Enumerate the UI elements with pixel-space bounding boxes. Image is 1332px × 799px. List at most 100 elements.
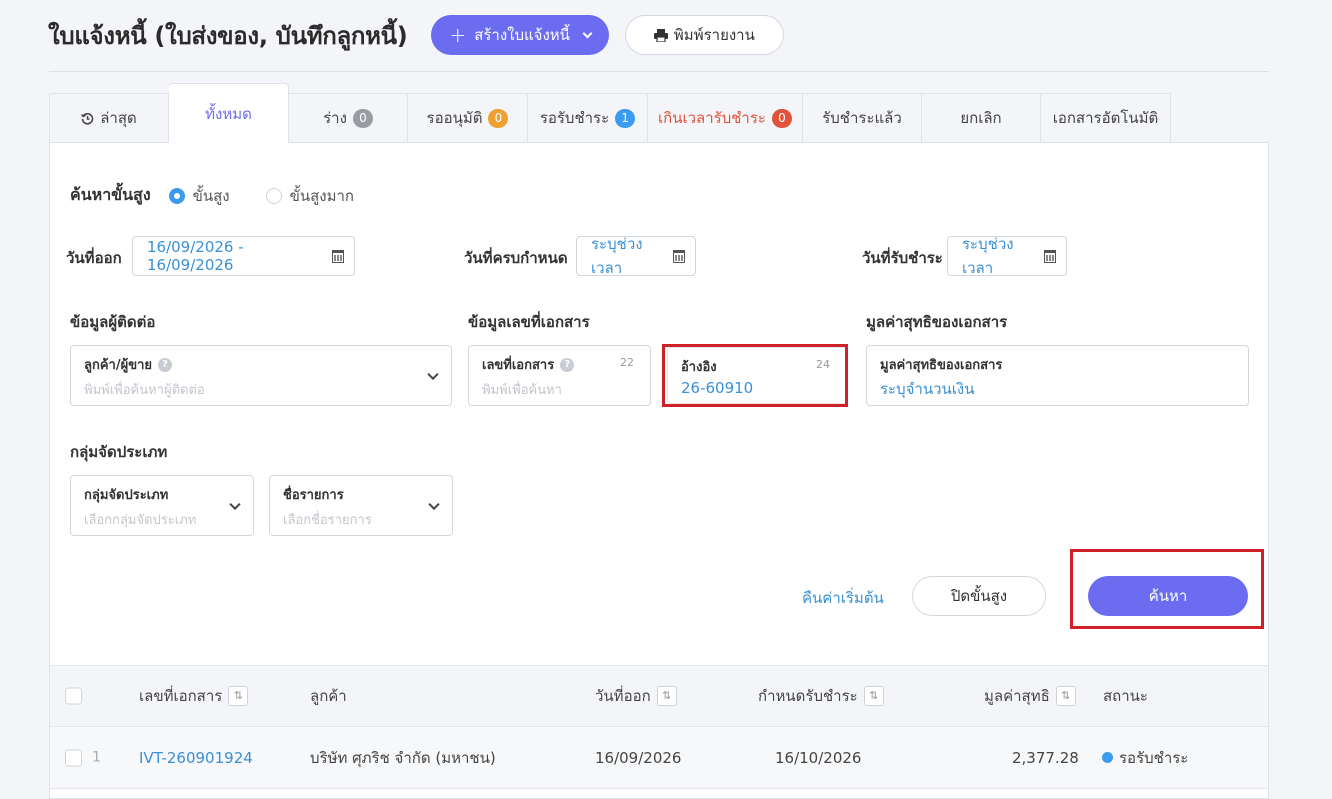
table-header: เลขที่เอกสาร ⇅ ลูกค้า วันที่ออก ⇅ กำหนดร…: [50, 665, 1268, 727]
chevron-down-icon: [582, 28, 593, 38]
tab-label: ร่าง: [323, 109, 347, 127]
printer-icon: [653, 28, 668, 42]
column-label: ลูกค้า: [310, 687, 347, 705]
count-badge: 0: [488, 108, 509, 128]
help-icon[interactable]: ?: [158, 357, 173, 372]
tab-cancelled[interactable]: ยกเลิก: [922, 93, 1041, 143]
doc-number-link[interactable]: IVT-260901924: [139, 749, 253, 767]
item-name-select[interactable]: ชื่อรายการ เลือกชื่อรายการ: [269, 475, 453, 536]
due-date-value: ระบุช่วงเวลา: [591, 235, 643, 277]
field-placeholder: พิมพ์เพื่อค้นหาผู้ติดต่อ: [84, 383, 205, 398]
highlight-box-reference: [662, 344, 848, 407]
status-badge: รอรับชำระ: [1102, 746, 1188, 770]
row-index: 1: [92, 749, 101, 766]
doc-number-field[interactable]: เลขที่เอกสาร ? พิมพ์เพื่อค้นหา 22: [468, 345, 651, 406]
field-label: ลูกค้า/ผู้ขาย ?: [84, 354, 438, 375]
field-label: มูลค่าสุทธิของเอกสาร: [880, 358, 1003, 373]
tab-label: รับชำระแล้ว: [822, 109, 902, 127]
column-status: สถานะ: [1103, 684, 1148, 708]
radio-very-advanced[interactable]: ขั้นสูงมาก: [265, 184, 354, 208]
table-row[interactable]: 1 IVT-260901924 บริษัท ศุภริช จำกัด (มหา…: [50, 727, 1268, 789]
column-issue-date[interactable]: วันที่ออก ⇅: [595, 684, 677, 708]
due-date-range-picker[interactable]: ระบุช่วงเวลา: [576, 235, 696, 277]
radio-dot: [168, 187, 185, 204]
create-invoice-label: สร้างใบแจ้งหนี้: [474, 26, 570, 44]
contact-section-label: ข้อมูลผู้ติดต่อ: [70, 313, 156, 331]
contact-select[interactable]: ลูกค้า/ผู้ขาย ? พิมพ์เพื่อค้นหาผู้ติดต่อ: [70, 345, 452, 406]
tab-label: รออนุมัติ: [426, 109, 483, 127]
field-label: กลุ่มจัดประเภท: [84, 488, 169, 503]
issue-date-label: วันที่ออก: [66, 249, 122, 267]
sort-icon[interactable]: ⇅: [656, 686, 677, 706]
tab-awaiting-payment[interactable]: รอรับชำระ 1: [528, 93, 648, 143]
tab-paid[interactable]: รับชำระแล้ว: [803, 93, 922, 143]
field-label: ชื่อรายการ: [283, 488, 344, 503]
tab-pending-approval[interactable]: รออนุมัติ 0: [408, 93, 528, 143]
column-label: มูลค่าสุทธิ: [984, 687, 1050, 705]
char-limit: 22: [620, 356, 634, 369]
status-label: รอรับชำระ: [1119, 748, 1189, 767]
count-badge: 0: [352, 108, 373, 128]
field-placeholder: พิมพ์เพื่อค้นหา: [482, 383, 562, 398]
field-placeholder: เลือกชื่อรายการ: [283, 513, 372, 528]
column-label: วันที่ออก: [595, 687, 651, 705]
amount-section-label: มูลค่าสุทธิของเอกสาร: [866, 313, 1008, 331]
advanced-search-title: ค้นหาขั้นสูง: [70, 185, 151, 204]
plus-icon: +: [449, 23, 467, 47]
sort-icon[interactable]: ⇅: [863, 686, 884, 706]
net-amount-field[interactable]: มูลค่าสุทธิของเอกสาร ระบุจำนวนเงิน: [866, 345, 1249, 406]
customer-name: บริษัท ศุภริช จำกัด (มหาชน): [310, 748, 496, 767]
net-amount: 2,377.28: [1012, 748, 1079, 767]
paid-date-label: วันที่รับชำระ: [862, 249, 943, 267]
category-group-select[interactable]: กลุ่มจัดประเภท เลือกกลุ่มจัดประเภท: [70, 475, 254, 536]
count-badge: 1: [615, 108, 636, 128]
group-section-label: กลุ่มจัดประเภท: [70, 443, 168, 461]
due-date: 16/10/2026: [775, 748, 862, 767]
page-title: ใบแจ้งหนี้ (ใบส่งของ, บันทึกลูกหนี้): [48, 21, 408, 50]
print-report-button[interactable]: พิมพ์รายงาน: [624, 15, 784, 55]
column-doc-no[interactable]: เลขที่เอกสาร ⇅: [139, 684, 249, 708]
tab-overdue[interactable]: เกินเวลารับชำระ 0: [648, 93, 803, 143]
column-label: เลขที่เอกสาร: [139, 687, 223, 705]
column-due-date[interactable]: กำหนดรับชำระ ⇅: [758, 684, 884, 708]
issue-date-range-picker[interactable]: 16/09/2026 - 16/09/2026: [132, 236, 355, 276]
search-panel: ค้นหาขั้นสูง ขั้นสูง ขั้นสูงมาก วันที่ออ…: [49, 142, 1269, 799]
field-label-text: เลขที่เอกสาร: [482, 358, 555, 373]
due-date-label: วันที่ครบกำหนด: [464, 249, 568, 267]
checkbox[interactable]: [65, 749, 82, 766]
calendar-icon: [331, 249, 344, 263]
paid-date-value: ระบุช่วงเวลา: [962, 235, 1014, 277]
tab-draft[interactable]: ร่าง 0: [289, 93, 408, 143]
radio-dot: [265, 187, 282, 204]
status-dot: [1102, 752, 1113, 763]
select-all-checkbox[interactable]: [65, 687, 82, 705]
tab-all[interactable]: ทั้งหมด: [169, 83, 289, 143]
tab-auto-documents[interactable]: เอกสารอัตโนมัติ: [1041, 93, 1171, 143]
paid-date-range-picker[interactable]: ระบุช่วงเวลา: [947, 235, 1067, 277]
row-select[interactable]: 1: [65, 749, 101, 766]
column-label: สถานะ: [1103, 687, 1148, 705]
column-net-amount[interactable]: มูลค่าสุทธิ ⇅: [984, 684, 1076, 708]
sort-icon[interactable]: ⇅: [228, 686, 249, 706]
column-label: กำหนดรับชำระ: [758, 687, 858, 705]
sort-icon[interactable]: ⇅: [1055, 686, 1076, 706]
close-advanced-button[interactable]: ปิดขั้นสูง: [912, 576, 1046, 616]
radio-advanced[interactable]: ขั้นสูง: [168, 184, 230, 208]
tab-label: ยกเลิก: [960, 109, 1002, 127]
create-invoice-button[interactable]: + สร้างใบแจ้งหนี้: [431, 15, 609, 55]
reset-defaults-link[interactable]: คืนค่าเริ่มต้น: [802, 586, 884, 610]
calendar-icon: [1043, 249, 1056, 263]
tab-label: เกินเวลารับชำระ: [658, 109, 766, 127]
help-icon[interactable]: ?: [560, 357, 575, 372]
status-tabs: ล่าสุด ทั้งหมด ร่าง 0 รออนุมัติ 0 รอรับช…: [49, 83, 1171, 143]
checkbox[interactable]: [65, 687, 82, 705]
tab-label: เอกสารอัตโนมัติ: [1052, 109, 1159, 127]
tab-latest[interactable]: ล่าสุด: [49, 93, 169, 143]
doc-section-label: ข้อมูลเลขที่เอกสาร: [468, 313, 590, 331]
history-icon: [81, 112, 94, 125]
page-header: ใบแจ้งหนี้ (ใบส่งของ, บันทึกลูกหนี้) + ส…: [48, 14, 784, 56]
count-badge: 0: [771, 108, 792, 128]
issue-date-value: 16/09/2026 - 16/09/2026: [147, 238, 244, 274]
tab-label: ล่าสุด: [100, 109, 137, 127]
column-customer: ลูกค้า: [310, 684, 347, 708]
